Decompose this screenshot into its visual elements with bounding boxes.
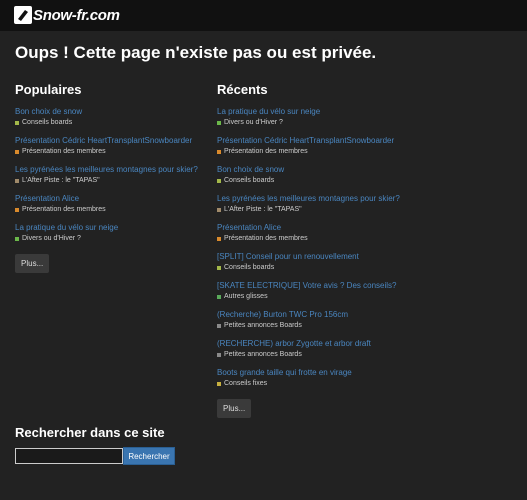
topic-link[interactable]: Présentation Alice xyxy=(15,194,205,204)
category-color-swatch xyxy=(217,323,221,328)
recent-section: Récents La pratique du vélo sur neige Div… xyxy=(217,82,517,418)
topic-link[interactable]: [SPLIT] Conseil pour un renouvellement xyxy=(217,252,517,262)
topic-item: Présentation Alice Présentation des membr… xyxy=(15,194,205,214)
category-label: Présentation des membres xyxy=(22,148,106,155)
topic-category[interactable]: Conseils boards xyxy=(217,176,517,185)
topic-link[interactable]: Les pyrénées les meilleures montagnes po… xyxy=(15,165,205,175)
category-label: L'After Piste : le "TAPAS" xyxy=(22,177,100,184)
category-label: L'After Piste : le "TAPAS" xyxy=(224,206,302,213)
category-color-swatch xyxy=(15,207,19,212)
category-color-swatch xyxy=(217,381,221,386)
topic-link[interactable]: (RECHERCHE) arbor Zygotte et arbor draft xyxy=(217,339,517,349)
topic-category[interactable]: Autres glisses xyxy=(217,292,517,301)
category-label: Divers ou d'Hiver ? xyxy=(22,235,81,242)
topic-item: [SKATE ELECTRIQUE] Votre avis ? Des cons… xyxy=(217,281,517,301)
logo-text: Snow-fr.com xyxy=(33,6,120,24)
topic-link[interactable]: Boots grande taille qui frotte en virage xyxy=(217,368,517,378)
topic-category[interactable]: Présentation des membres xyxy=(15,147,205,156)
search-heading: Rechercher dans ce site xyxy=(15,425,165,440)
topic-category[interactable]: Présentation des membres xyxy=(217,147,517,156)
category-color-swatch xyxy=(217,178,221,183)
topic-category[interactable]: Conseils boards xyxy=(15,118,205,127)
category-label: Présentation des membres xyxy=(22,206,106,213)
topic-link[interactable]: Présentation Cédric HeartTransplantSnowb… xyxy=(15,136,205,146)
recent-heading: Récents xyxy=(217,82,268,97)
category-color-swatch xyxy=(217,120,221,125)
recent-list: La pratique du vélo sur neige Divers ou d… xyxy=(217,107,517,388)
topic-category[interactable]: Divers ou d'Hiver ? xyxy=(217,118,517,127)
topic-category[interactable]: L'After Piste : le "TAPAS" xyxy=(15,176,205,185)
snowboard-icon xyxy=(14,6,32,24)
category-color-swatch xyxy=(15,120,19,125)
category-color-swatch xyxy=(217,294,221,299)
recent-more-button[interactable]: Plus... xyxy=(217,399,252,418)
popular-more-button[interactable]: Plus... xyxy=(15,254,50,273)
topic-category[interactable]: Présentation des membres xyxy=(217,234,517,243)
topic-item: Bon choix de snow Conseils boards xyxy=(217,165,517,185)
topic-item: La pratique du vélo sur neige Divers ou d… xyxy=(217,107,517,127)
topic-item: Présentation Alice Présentation des membr… xyxy=(217,223,517,243)
topic-link[interactable]: Bon choix de snow xyxy=(217,165,517,175)
topic-category[interactable]: L'After Piste : le "TAPAS" xyxy=(217,205,517,214)
popular-list: Bon choix de snow Conseils boards Présenta… xyxy=(15,107,205,243)
search-button[interactable]: Rechercher xyxy=(123,447,175,465)
site-header: Snow-fr.com xyxy=(0,0,527,31)
category-color-swatch xyxy=(15,236,19,241)
topic-category[interactable]: Conseils boards xyxy=(217,263,517,272)
topic-item: Bon choix de snow Conseils boards xyxy=(15,107,205,127)
category-color-swatch xyxy=(217,265,221,270)
popular-section: Populaires Bon choix de snow Conseils boa… xyxy=(15,82,205,273)
topic-item: (RECHERCHE) arbor Zygotte et arbor draft… xyxy=(217,339,517,359)
search-input[interactable] xyxy=(15,448,123,464)
topic-item: Les pyrénées les meilleures montagnes po… xyxy=(217,194,517,214)
category-color-swatch xyxy=(15,178,19,183)
category-color-swatch xyxy=(217,149,221,154)
category-label: Présentation des membres xyxy=(224,235,308,242)
category-color-swatch xyxy=(217,352,221,357)
category-label: Conseils fixes xyxy=(224,380,268,387)
category-color-swatch xyxy=(15,149,19,154)
page-title: Oups ! Cette page n'existe pas ou est pr… xyxy=(15,43,377,62)
topic-category[interactable]: Conseils fixes xyxy=(217,379,517,388)
category-label: Conseils boards xyxy=(224,177,275,184)
topic-item: La pratique du vélo sur neige Divers ou d… xyxy=(15,223,205,243)
category-label: Conseils boards xyxy=(224,264,275,271)
category-label: Petites annonces Boards xyxy=(224,322,302,329)
topic-item: Boots grande taille qui frotte en virage… xyxy=(217,368,517,388)
topic-item: (Recherche) Burton TWC Pro 156cm Petites … xyxy=(217,310,517,330)
topic-link[interactable]: (Recherche) Burton TWC Pro 156cm xyxy=(217,310,517,320)
topic-link[interactable]: La pratique du vélo sur neige xyxy=(15,223,205,233)
category-label: Petites annonces Boards xyxy=(224,351,302,358)
topic-item: [SPLIT] Conseil pour un renouvellement Co… xyxy=(217,252,517,272)
topic-item: Les pyrénées les meilleures montagnes po… xyxy=(15,165,205,185)
topic-item: Présentation Cédric HeartTransplantSnowb… xyxy=(15,136,205,156)
topic-category[interactable]: Divers ou d'Hiver ? xyxy=(15,234,205,243)
category-label: Présentation des membres xyxy=(224,148,308,155)
category-label: Conseils boards xyxy=(22,119,73,126)
topic-category[interactable]: Petites annonces Boards xyxy=(217,350,517,359)
category-label: Autres glisses xyxy=(224,293,268,300)
topic-link[interactable]: [SKATE ELECTRIQUE] Votre avis ? Des cons… xyxy=(217,281,517,291)
topic-link[interactable]: Présentation Alice xyxy=(217,223,517,233)
topic-category[interactable]: Présentation des membres xyxy=(15,205,205,214)
category-color-swatch xyxy=(217,236,221,241)
topic-link[interactable]: Présentation Cédric HeartTransplantSnowb… xyxy=(217,136,517,146)
topic-link[interactable]: Les pyrénées les meilleures montagnes po… xyxy=(217,194,517,204)
category-label: Divers ou d'Hiver ? xyxy=(224,119,283,126)
topic-link[interactable]: Bon choix de snow xyxy=(15,107,205,117)
popular-heading: Populaires xyxy=(15,82,82,97)
topic-category[interactable]: Petites annonces Boards xyxy=(217,321,517,330)
site-logo[interactable]: Snow-fr.com xyxy=(14,5,120,25)
category-color-swatch xyxy=(217,207,221,212)
topic-link[interactable]: La pratique du vélo sur neige xyxy=(217,107,517,117)
topic-item: Présentation Cédric HeartTransplantSnowb… xyxy=(217,136,517,156)
